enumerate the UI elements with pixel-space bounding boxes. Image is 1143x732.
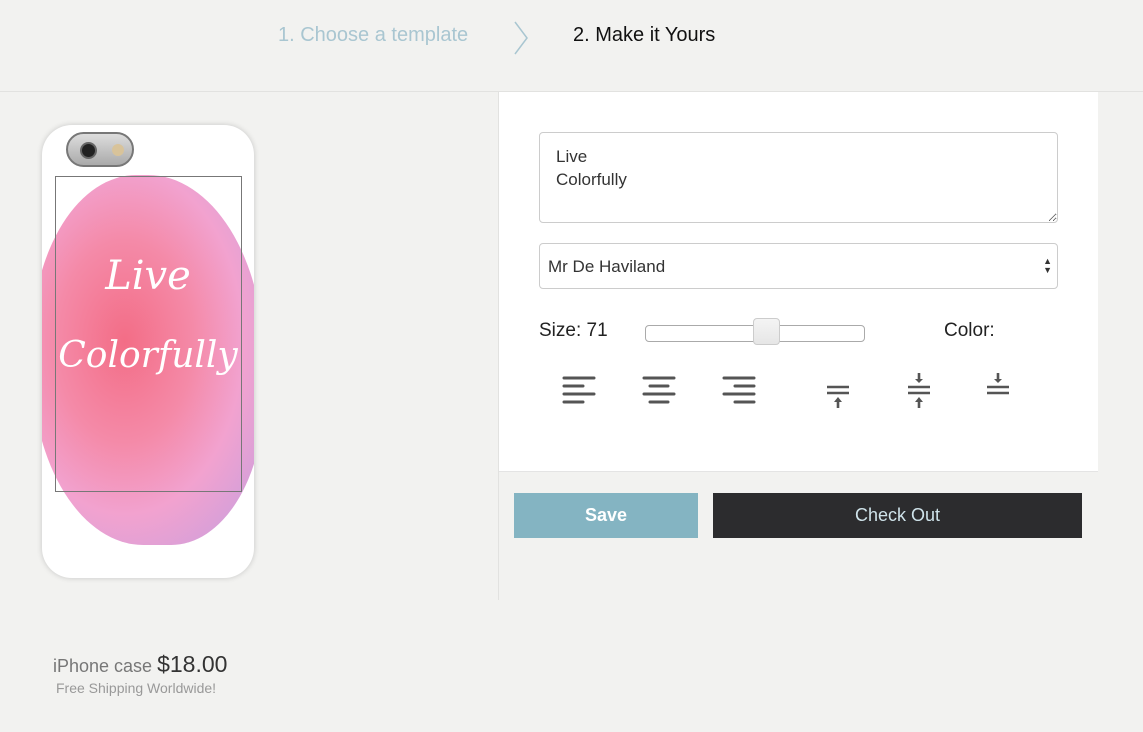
align-center-icon[interactable] — [641, 373, 677, 409]
color-label: Color: — [944, 320, 995, 341]
size-slider-thumb[interactable] — [753, 318, 780, 345]
save-button[interactable]: Save — [514, 493, 698, 538]
valign-top-icon[interactable] — [820, 373, 856, 409]
price-value: $18.00 — [157, 651, 228, 677]
align-left-icon[interactable] — [561, 373, 597, 409]
shipping-note: Free Shipping Worldwide! — [56, 680, 217, 696]
camera-cutout — [66, 132, 134, 167]
chevron-right-icon — [514, 21, 528, 55]
product-price: iPhone case $18.00 — [53, 651, 227, 678]
font-select-value: Mr De Haviland — [548, 257, 666, 276]
phone-case-preview: Live Colorfully — [42, 125, 254, 578]
select-arrows-icon: ▲ ▼ — [1043, 256, 1052, 275]
text-input[interactable] — [539, 132, 1058, 223]
font-select[interactable]: Mr De Haviland ▲ ▼ — [539, 243, 1058, 289]
valign-bottom-icon[interactable] — [980, 373, 1016, 409]
preview-text-line1: Live — [105, 253, 191, 299]
align-right-icon[interactable] — [721, 373, 757, 409]
checkout-button[interactable]: Check Out — [713, 493, 1082, 538]
size-label: Size: 71 — [539, 320, 608, 341]
steps-header — [0, 0, 1143, 92]
valign-middle-icon[interactable] — [901, 373, 937, 409]
step-make-it-yours[interactable]: 2. Make it Yours — [573, 24, 715, 47]
preview-text-line2: Colorfully — [58, 335, 238, 376]
step-choose-template[interactable]: 1. Choose a template — [278, 24, 468, 47]
text-bounding-box[interactable] — [55, 176, 242, 492]
product-name: iPhone case — [53, 656, 153, 676]
